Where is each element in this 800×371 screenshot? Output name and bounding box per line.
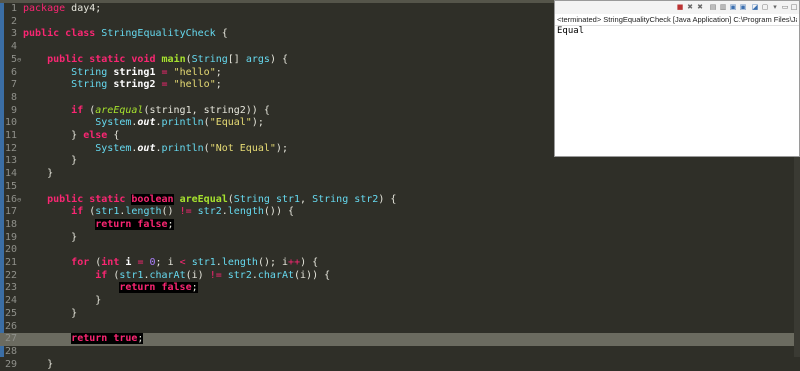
console-divider: [555, 25, 799, 26]
code-line[interactable]: 24 }: [0, 295, 800, 308]
line-number: 15: [4, 180, 17, 192]
line-number: 16: [4, 193, 17, 205]
line-number: 11: [4, 130, 17, 141]
remove-all-icon[interactable]: ✖: [696, 3, 704, 11]
line-number: 27: [4, 333, 17, 345]
line-number: 21: [4, 257, 17, 268]
code-text: String string1 = "hello";: [71, 66, 222, 78]
line-number: 9: [10, 104, 17, 116]
code-text: public class StringEqualityCheck {: [23, 28, 228, 40]
minimize-icon[interactable]: ▭: [781, 3, 789, 11]
pin-icon[interactable]: ▥: [719, 3, 727, 11]
line-number: 12: [4, 142, 17, 154]
code-line[interactable]: 17 if (str1.length() != str2.length()) {: [0, 206, 800, 219]
code-text: }: [23, 307, 78, 319]
display-icon[interactable]: ▣: [729, 3, 737, 11]
code-line[interactable]: 15: [0, 181, 800, 194]
line-number: 20: [4, 244, 17, 256]
line-number: 2: [10, 15, 17, 27]
code-text: return true;: [71, 333, 144, 345]
code-line[interactable]: 20: [0, 244, 800, 257]
line-number: 1: [10, 3, 17, 14]
code-text: return false;: [95, 218, 174, 230]
maximize-icon[interactable]: □: [790, 3, 798, 11]
code-text: if (areEqual(string1, string2)) {: [71, 104, 270, 116]
code-line[interactable]: 13 }: [0, 155, 800, 168]
console-toolbar: ■ ✖ ✖ ▤ ▥ ▣ ▣ ◪ ▢ ▾ ▭ □: [555, 1, 799, 14]
remove-icon[interactable]: ✖: [686, 3, 694, 11]
current-line[interactable]: 27 return true;: [0, 333, 800, 346]
line-number: 23: [4, 282, 17, 294]
code-text: String string2 = "hello";: [71, 79, 222, 91]
code-line[interactable]: 22 if (str1.charAt(i) != str2.charAt(i))…: [0, 270, 800, 283]
line-number: 6: [10, 66, 17, 78]
code-text: }: [23, 358, 54, 370]
code-line[interactable]: 18 return false;: [0, 218, 800, 232]
code-text: }: [23, 231, 78, 243]
code-line[interactable]: 23 return false;: [0, 282, 800, 295]
code-line[interactable]: 16 ⊖ public static boolean areEqual(Strin…: [0, 193, 800, 207]
line-number: 13: [4, 155, 17, 167]
word-wrap-icon[interactable]: ▣: [739, 3, 747, 11]
line-number: 19: [4, 231, 17, 243]
line-number: 7: [10, 79, 17, 91]
code-text: }: [23, 155, 78, 167]
code-text: if (str1.charAt(i) != str2.charAt(i)) {: [95, 269, 331, 281]
chevron-down-icon[interactable]: ▾: [771, 3, 779, 11]
line-number: 29: [4, 358, 17, 370]
console-status-label: <terminated> StringEqualityCheck [Java A…: [557, 15, 797, 24]
code-text: if (str1.length() != str2.length()) {: [71, 206, 295, 218]
line-number: 25: [4, 307, 17, 319]
code-text: public static void main(String[] args) {: [47, 53, 288, 65]
stop-icon[interactable]: ■: [676, 3, 684, 11]
fold-toggle-icon[interactable]: ⊖: [17, 54, 21, 67]
code-line[interactable]: 14 }: [0, 168, 800, 181]
code-line[interactable]: 19 }: [0, 232, 800, 245]
line-number: 3: [10, 28, 17, 40]
code-text: }: [23, 168, 54, 180]
code-text: return false;: [119, 282, 198, 294]
line-number: 8: [10, 91, 17, 103]
console-view: ■ ✖ ✖ ▤ ▥ ▣ ▣ ◪ ▢ ▾ ▭ □ <terminated> Str…: [554, 0, 800, 157]
line-number: 22: [4, 269, 17, 281]
code-text: public static boolean areEqual(String st…: [47, 193, 397, 205]
new-console-icon[interactable]: ▢: [761, 3, 769, 11]
line-number: 18: [4, 218, 17, 230]
code-text: package day4;: [23, 3, 102, 14]
code-line[interactable]: 25 }: [0, 308, 800, 321]
code-text: System.out.println("Not Equal");: [95, 142, 288, 154]
code-line[interactable]: 29 }: [0, 359, 800, 371]
console-output: Equal: [557, 26, 585, 36]
line-number: 24: [4, 295, 17, 307]
line-number: 26: [4, 320, 17, 332]
fold-toggle-icon[interactable]: ⊖: [17, 194, 21, 207]
scroll-lock-icon[interactable]: ▤: [709, 3, 717, 11]
line-number: 10: [4, 117, 17, 129]
line-number: 17: [4, 206, 17, 218]
code-text: System.out.println("Equal");: [95, 117, 264, 129]
open-console-icon[interactable]: ◪: [751, 3, 759, 11]
line-number: 14: [4, 168, 17, 180]
code-text: } else {: [23, 130, 120, 141]
code-text: }: [23, 295, 102, 307]
line-number: 4: [10, 41, 17, 53]
code-text: for (int i = 0; i < str1.length(); i++) …: [71, 257, 319, 268]
line-number: 5: [10, 53, 17, 65]
code-line[interactable]: 21 for (int i = 0; i < str1.length(); i+…: [0, 257, 800, 270]
code-line[interactable]: 26: [0, 321, 800, 334]
